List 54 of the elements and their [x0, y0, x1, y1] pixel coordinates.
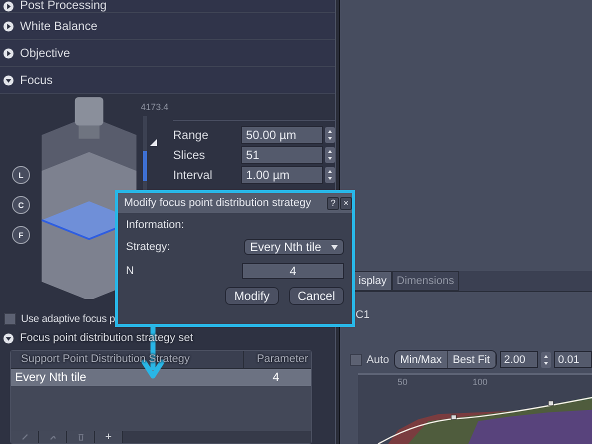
- value-field[interactable]: 50.00 µm: [241, 126, 323, 144]
- dialog-button[interactable]: Modify: [225, 287, 279, 305]
- checkbox[interactable]: [4, 313, 16, 325]
- value-field[interactable]: 51: [241, 146, 323, 164]
- position-marker-button[interactable]: L: [12, 166, 30, 184]
- position-marker-button[interactable]: C: [12, 196, 30, 214]
- dialog-button[interactable]: Cancel: [288, 287, 344, 305]
- checkbox[interactable]: [350, 354, 362, 366]
- spinner-icon[interactable]: [325, 127, 335, 143]
- close-button[interactable]: ×: [340, 196, 352, 210]
- value-field[interactable]: 0.01: [554, 351, 592, 368]
- tab[interactable]: isplay: [354, 271, 392, 291]
- trash-icon: [76, 433, 84, 441]
- range-button[interactable]: Min/Max: [395, 351, 448, 368]
- information-label: Information:: [126, 219, 186, 231]
- gamma-field[interactable]: 2.00: [500, 351, 538, 368]
- table-cell-text: Every Nth tile: [14, 369, 88, 386]
- expand-toggle-icon: [3, 74, 14, 86]
- value-field[interactable]: 1.00 µm: [241, 166, 323, 184]
- section-header[interactable]: Focus: [0, 67, 335, 94]
- checkbox-label: Auto: [366, 354, 390, 366]
- expand-toggle-icon: [3, 332, 14, 344]
- spinner-icon[interactable]: [325, 167, 335, 183]
- field-label: Interval: [173, 168, 214, 182]
- channel-label: C1: [356, 309, 370, 323]
- strategy-dropdown[interactable]: Every Nth tile: [244, 239, 344, 255]
- spinner-icon[interactable]: [325, 147, 335, 163]
- checkbox-label: Use adaptive focus p: [21, 313, 116, 325]
- strategy-label: Strategy:: [126, 241, 170, 253]
- position-marker-button[interactable]: F: [12, 226, 30, 244]
- n-field[interactable]: 4: [242, 263, 344, 279]
- section-header[interactable]: Post Processing: [0, 0, 335, 13]
- move-icon: [48, 433, 56, 441]
- scale-reading: 4173.4: [140, 102, 168, 112]
- spinner-icon[interactable]: [541, 352, 551, 368]
- field-label: Slices: [173, 148, 206, 162]
- dialog-title: Modify focus point distribution strategy: [124, 197, 312, 209]
- table-cell-text: 4: [272, 369, 280, 386]
- expand-toggle-icon: [3, 20, 14, 32]
- section-header[interactable]: Objective: [0, 40, 335, 67]
- pencil-icon: [20, 433, 28, 441]
- n-label: N: [126, 265, 134, 277]
- add-button[interactable]: +: [95, 431, 123, 443]
- table-row[interactable]: Every Nth tile 4: [11, 369, 311, 386]
- axis-tick-label: 50: [398, 377, 408, 387]
- field-label: Range: [173, 128, 210, 142]
- section-header[interactable]: White Balance: [0, 13, 335, 40]
- column-header: Parameter: [256, 352, 310, 367]
- expand-toggle-icon: [3, 48, 14, 58]
- axis-tick-label: 100: [472, 377, 488, 387]
- help-button[interactable]: ?: [327, 196, 339, 210]
- caret-icon: [331, 244, 338, 250]
- range-button[interactable]: Best Fit: [448, 351, 496, 368]
- expand-toggle-icon: [3, 1, 14, 12]
